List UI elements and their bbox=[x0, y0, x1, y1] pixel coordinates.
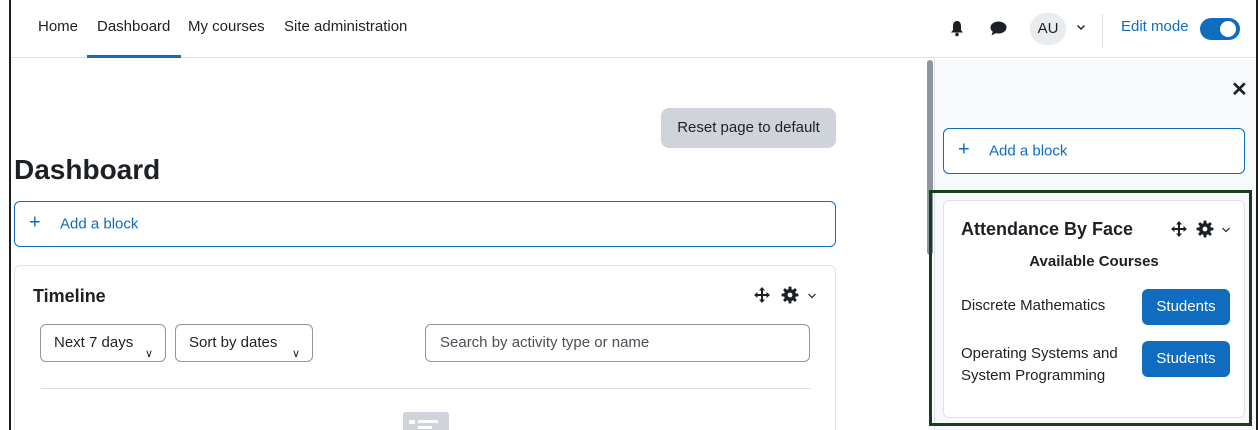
edit-mode-label[interactable]: Edit mode bbox=[1121, 18, 1189, 35]
drawer-add-block-button[interactable]: + Add a block bbox=[943, 128, 1245, 174]
chevron-down-icon[interactable] bbox=[1076, 22, 1086, 32]
add-block-label: Add a block bbox=[989, 142, 1068, 160]
move-icon[interactable] bbox=[753, 286, 771, 304]
course-name-line: Discrete Mathematics bbox=[961, 297, 1106, 314]
empty-icon-line bbox=[418, 420, 438, 423]
divider bbox=[41, 388, 811, 389]
reset-page-button[interactable]: Reset page to default bbox=[661, 108, 836, 148]
attendance-by-face-block: Attendance By Face Available Courses Dis… bbox=[943, 200, 1245, 418]
timeline-title: Timeline bbox=[33, 286, 106, 306]
active-nav-indicator bbox=[87, 55, 181, 58]
empty-icon-line bbox=[418, 426, 432, 429]
chat-icon[interactable] bbox=[990, 21, 1007, 36]
bell-icon[interactable] bbox=[950, 20, 964, 37]
plus-icon: + bbox=[958, 138, 970, 161]
nav-dashboard[interactable]: Dashboard bbox=[97, 18, 170, 35]
empty-icon-line bbox=[409, 420, 415, 424]
empty-state-icon bbox=[403, 412, 449, 430]
gear-icon[interactable] bbox=[781, 286, 799, 304]
timeline-search-input[interactable]: Search by activity type or name bbox=[425, 324, 810, 362]
days-filter-value: Next 7 days bbox=[54, 334, 134, 351]
timeline-days-filter[interactable]: Next 7 days ∨ bbox=[40, 324, 166, 362]
sort-value: Sort by dates bbox=[189, 334, 278, 351]
available-courses-heading: Available Courses bbox=[1029, 253, 1159, 270]
timeline-sort-dropdown[interactable]: Sort by dates ∨ bbox=[175, 324, 313, 362]
plus-icon: + bbox=[29, 211, 41, 234]
chevron-down-icon[interactable] bbox=[807, 291, 817, 301]
students-button[interactable]: Students bbox=[1142, 289, 1230, 325]
course-name-line: System Programming bbox=[961, 367, 1106, 384]
nav-home[interactable]: Home bbox=[38, 18, 78, 35]
students-button[interactable]: Students bbox=[1142, 341, 1230, 377]
chevron-down-icon: ∨ bbox=[291, 348, 300, 360]
gear-icon[interactable] bbox=[1196, 220, 1214, 238]
course-name-line: Operating Systems and bbox=[961, 345, 1118, 362]
toggle-knob bbox=[1220, 21, 1236, 37]
course-name: Operating Systems and System Programming bbox=[961, 343, 1118, 387]
add-block-button[interactable]: + Add a block bbox=[14, 201, 836, 247]
navbar-divider bbox=[1102, 14, 1103, 48]
add-block-label: Add a block bbox=[60, 215, 139, 233]
course-name: Discrete Mathematics bbox=[961, 295, 1105, 317]
nav-my-courses[interactable]: My courses bbox=[188, 18, 265, 35]
edit-mode-toggle[interactable] bbox=[1200, 18, 1240, 40]
timeline-block: Timeline Next 7 days ∨ Sort by dates ∨ S… bbox=[14, 265, 836, 430]
move-icon[interactable] bbox=[1170, 220, 1188, 238]
chevron-down-icon[interactable] bbox=[1221, 225, 1231, 235]
attendance-block-title: Attendance By Face bbox=[961, 219, 1134, 239]
chevron-down-icon: ∨ bbox=[144, 348, 153, 360]
page-title: Dashboard bbox=[14, 154, 161, 185]
nav-site-administration[interactable]: Site administration bbox=[284, 18, 407, 35]
close-icon[interactable]: ✕ bbox=[1231, 77, 1248, 102]
user-avatar[interactable]: AU bbox=[1030, 13, 1066, 45]
